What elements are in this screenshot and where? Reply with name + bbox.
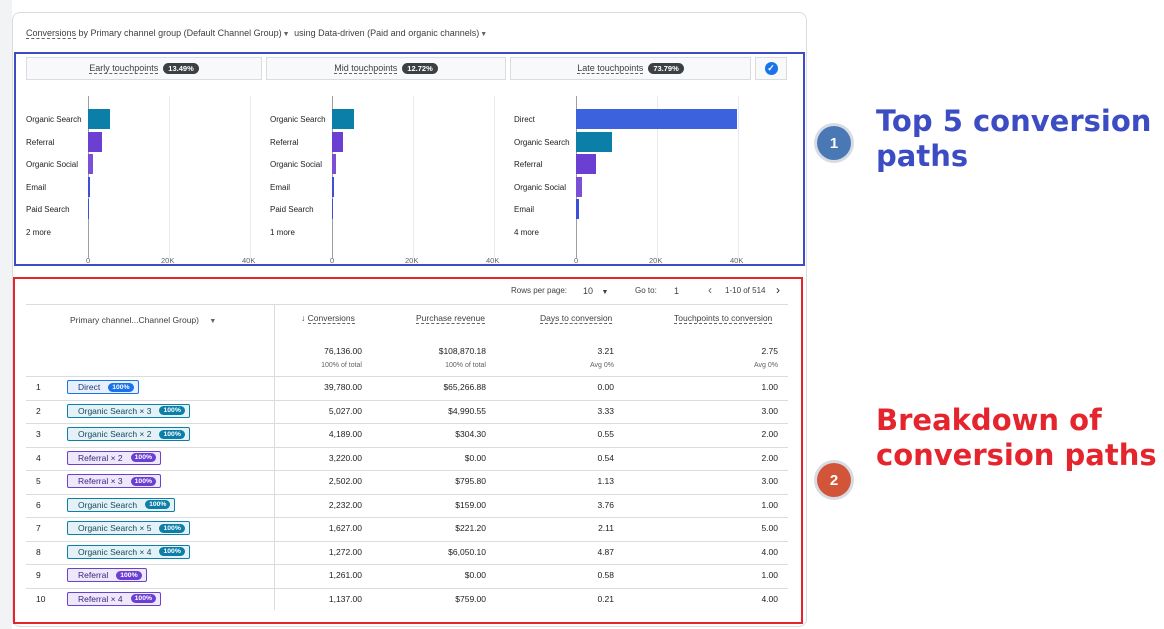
- annotation-line: conversion paths: [876, 438, 1157, 472]
- annotation-text-1: Top 5 conversion paths: [876, 104, 1151, 174]
- page-left-strip: [0, 0, 12, 629]
- annotation-badge-1: 1: [817, 126, 851, 160]
- title-metric-link[interactable]: Conversions: [26, 28, 77, 39]
- title-using: using: [294, 28, 316, 38]
- title-dimension[interactable]: by Primary channel group (Default Channe…: [79, 28, 282, 38]
- annotation-line: Breakdown of: [876, 403, 1102, 437]
- annotation-text-2: Breakdown of conversion paths: [876, 403, 1157, 473]
- title-model[interactable]: Data-driven (Paid and organic channels): [318, 28, 479, 38]
- chevron-down-icon[interactable]: ▼: [283, 31, 290, 38]
- chevron-down-icon[interactable]: ▼: [480, 31, 487, 38]
- annotation-line: Top 5 conversion: [876, 104, 1152, 138]
- report-title: Conversions by Primary channel group (De…: [26, 28, 489, 39]
- annotation-box-top-paths: [14, 52, 805, 266]
- annotation-box-breakdown: [13, 277, 803, 624]
- annotation-badge-2: 2: [817, 463, 851, 497]
- annotation-line: paths: [876, 139, 969, 173]
